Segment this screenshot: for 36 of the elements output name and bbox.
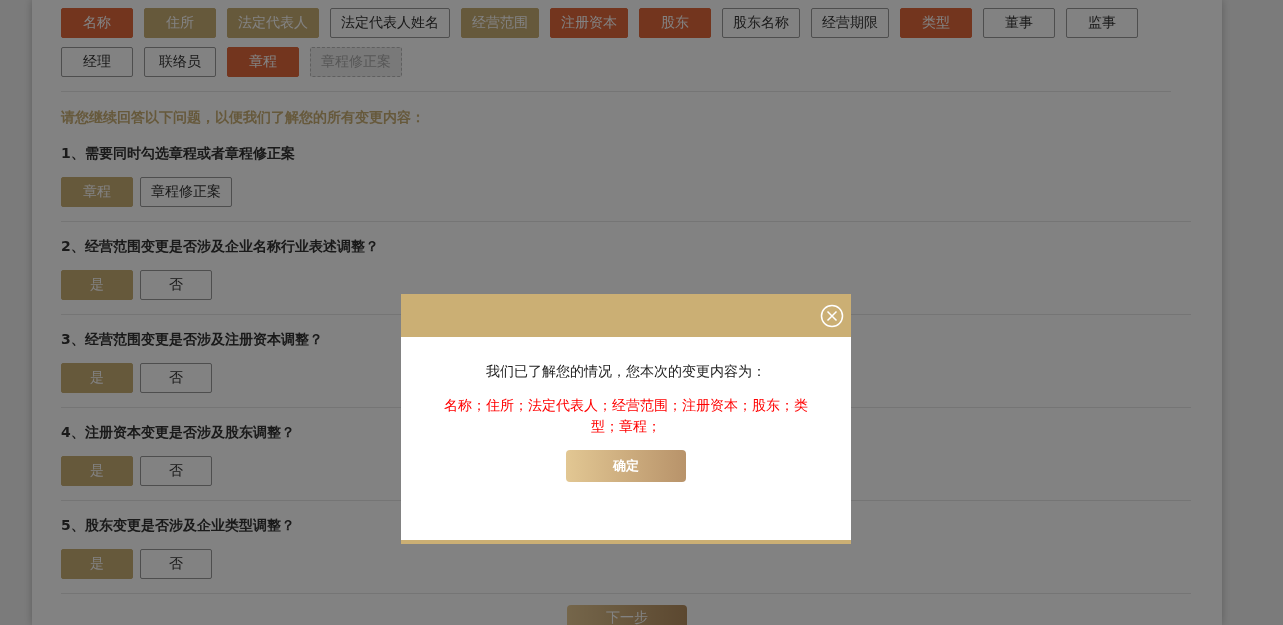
change-tag[interactable]: 监事: [1066, 8, 1138, 38]
option-button[interactable]: 否: [140, 270, 212, 300]
change-tag[interactable]: 法定代表人: [227, 8, 319, 38]
option-button[interactable]: 章程: [61, 177, 133, 207]
change-tag[interactable]: 董事: [983, 8, 1055, 38]
change-tag[interactable]: 住所: [144, 8, 216, 38]
question-text: 4、注册资本变更是否涉及股东调整？: [61, 424, 295, 442]
change-tag[interactable]: 章程: [227, 47, 299, 77]
change-list: 名称；住所；法定代表人；经营范围；注册资本；股东；类型；章程；: [441, 395, 811, 437]
change-tag[interactable]: 股东: [639, 8, 711, 38]
change-tag[interactable]: 法定代表人姓名: [330, 8, 450, 38]
option-button[interactable]: 章程修正案: [140, 177, 232, 207]
close-icon[interactable]: [820, 303, 844, 328]
change-tag[interactable]: 名称: [61, 8, 133, 38]
change-tag[interactable]: 经理: [61, 47, 133, 77]
option-button[interactable]: 是: [61, 549, 133, 579]
intro-text: 请您继续回答以下问题，以便我们了解您的所有变更内容：: [61, 109, 425, 127]
change-tag[interactable]: 经营期限: [811, 8, 889, 38]
change-tag[interactable]: 股东名称: [722, 8, 800, 38]
change-tag[interactable]: 注册资本: [550, 8, 628, 38]
change-tag[interactable]: 类型: [900, 8, 972, 38]
change-tag[interactable]: 联络员: [144, 47, 216, 77]
option-button[interactable]: 否: [140, 363, 212, 393]
confirm-button[interactable]: 确定: [566, 450, 686, 482]
option-button[interactable]: 否: [140, 549, 212, 579]
question-text: 3、经营范围变更是否涉及注册资本调整？: [61, 331, 323, 349]
next-button[interactable]: 下一步: [567, 605, 687, 625]
option-button[interactable]: 是: [61, 270, 133, 300]
question-text: 1、需要同时勾选章程或者章程修正案: [61, 145, 295, 163]
option-button[interactable]: 是: [61, 456, 133, 486]
change-tag[interactable]: 经营范围: [461, 8, 539, 38]
dialog-message: 我们已了解您的情况，您本次的变更内容为：: [485, 363, 767, 381]
option-button[interactable]: 否: [140, 456, 212, 486]
option-button[interactable]: 是: [61, 363, 133, 393]
question-text: 5、股东变更是否涉及企业类型调整？: [61, 517, 295, 535]
question-text: 2、经营范围变更是否涉及企业名称行业表述调整？: [61, 238, 379, 256]
